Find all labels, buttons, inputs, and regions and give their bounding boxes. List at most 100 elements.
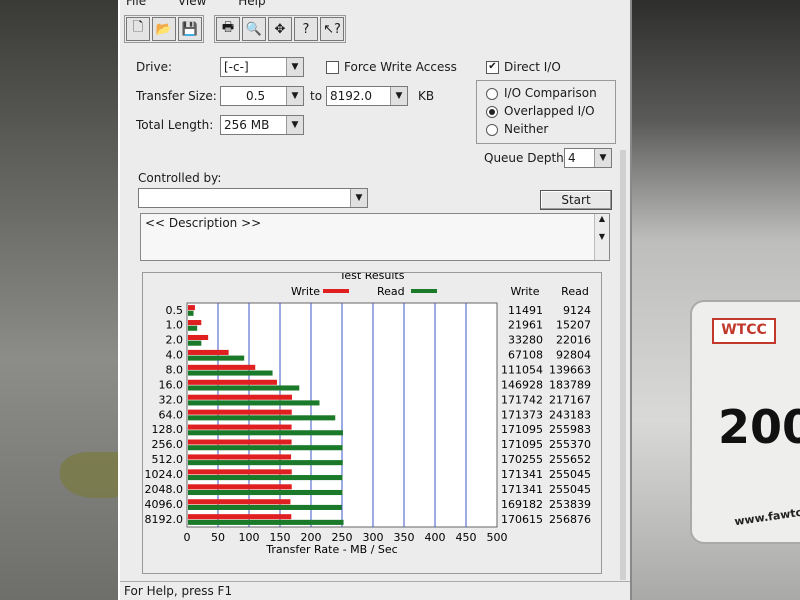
y-tick-label: 8.0 xyxy=(166,363,184,376)
description-box[interactable]: << Description >> ▲ ▼ xyxy=(140,213,610,261)
chart-title: Test Results xyxy=(339,273,405,282)
transfer-to-select[interactable]: 8192.0 ▼ xyxy=(326,86,408,106)
drive-select[interactable]: [-c-] ▼ xyxy=(220,57,304,77)
bar-write xyxy=(188,454,292,460)
bar-read xyxy=(188,400,320,406)
data-label-write: 171341 xyxy=(501,468,543,481)
print-icon[interactable]: 🖶 xyxy=(216,17,240,41)
bar-read xyxy=(188,415,336,421)
test-results-group: Test Results Write Read Write Read 0 50 100 150 2… xyxy=(142,269,602,574)
direct-io-checkbox[interactable]: ✔ xyxy=(486,61,499,74)
bar-read xyxy=(188,355,245,361)
menu-bar: File View Help xyxy=(120,0,630,8)
legend-swatch-write xyxy=(323,289,349,293)
chevron-down-icon[interactable]: ▼ xyxy=(350,189,367,207)
bar-write xyxy=(188,334,209,341)
data-label-write: 33280 xyxy=(508,334,543,347)
transfer-from-select[interactable]: 0.5 ▼ xyxy=(220,86,304,106)
bar-read xyxy=(188,430,343,436)
menu-file[interactable]: File xyxy=(126,0,146,8)
menu-view[interactable]: View xyxy=(178,0,206,8)
chevron-down-icon[interactable]: ▼ xyxy=(286,58,303,76)
data-label-read: 255652 xyxy=(549,453,591,466)
overlapped-io-label: Overlapped I/O xyxy=(504,104,595,118)
results-chart: Test ResultsWrite Read Write Read0 50 100 150 2… xyxy=(145,269,592,556)
bar-write xyxy=(188,305,195,311)
help-icon[interactable]: ? xyxy=(294,17,318,41)
y-tick-label: 512.0 xyxy=(152,453,184,466)
neither-radio[interactable] xyxy=(486,124,498,136)
to-label: to xyxy=(310,89,323,103)
io-comparison-radio[interactable] xyxy=(486,88,498,100)
bar-write xyxy=(188,484,292,490)
overlapped-io-radio[interactable] xyxy=(486,106,498,118)
data-label-read: 255045 xyxy=(549,468,591,481)
open-icon[interactable]: 📂 xyxy=(152,17,176,41)
controlled-by-select[interactable]: ▼ xyxy=(138,188,368,208)
x-axis-label: Transfer Rate - MB / Sec xyxy=(265,543,397,556)
neither-label: Neither xyxy=(504,122,549,136)
start-button[interactable]: Start xyxy=(540,190,612,210)
io-comparison-label: I/O Comparison xyxy=(504,86,597,100)
controlled-by-label: Controlled by: xyxy=(138,171,222,185)
y-tick-label: 0.5 xyxy=(166,304,184,317)
data-label-write: 169182 xyxy=(501,498,543,511)
new-icon[interactable]: 🗋 xyxy=(126,17,150,41)
menu-help[interactable]: Help xyxy=(238,0,265,8)
data-label-write: 11491 xyxy=(508,304,543,317)
chevron-down-icon[interactable]: ▼ xyxy=(390,87,407,105)
total-length-label: Total Length: xyxy=(136,118,214,132)
force-write-label: Force Write Access xyxy=(344,60,457,74)
data-label-read: 253839 xyxy=(549,498,591,511)
data-label-read: 255983 xyxy=(549,423,591,436)
force-write-checkbox[interactable] xyxy=(326,61,339,74)
y-tick-label: 4096.0 xyxy=(145,498,184,511)
bar-write xyxy=(188,469,292,475)
data-label-write: 170615 xyxy=(501,513,543,526)
bar-read xyxy=(188,460,343,466)
y-tick-label: 128.0 xyxy=(152,423,184,436)
data-label-read: 255045 xyxy=(549,483,591,496)
data-label-read: 256876 xyxy=(549,513,591,526)
y-tick-label: 1.0 xyxy=(166,319,184,332)
y-tick-label: 32.0 xyxy=(159,393,184,406)
transfer-to-value: 8192.0 xyxy=(330,89,372,103)
bar-read xyxy=(188,504,342,510)
x-tick-label: 50 xyxy=(211,531,225,544)
data-label-read: 183789 xyxy=(549,378,591,391)
data-label-write: 111054 xyxy=(501,363,543,376)
y-tick-label: 2.0 xyxy=(166,334,184,347)
chevron-down-icon[interactable]: ▼ xyxy=(286,87,303,105)
bar-read xyxy=(188,489,343,496)
total-length-select[interactable]: 256 MB ▼ xyxy=(220,115,304,135)
data-label-read: 22016 xyxy=(556,334,591,347)
drive-value: [-c-] xyxy=(224,60,249,74)
save-icon[interactable]: 💾 xyxy=(178,17,202,41)
toolbar-group-file: 🗋 📂 💾 xyxy=(124,15,204,43)
data-label-write: 171341 xyxy=(501,483,543,496)
context-help-icon[interactable]: ↖? xyxy=(320,17,344,41)
x-tick-label: 500 xyxy=(487,531,508,544)
y-tick-label: 8192.0 xyxy=(145,513,184,526)
bar-read xyxy=(188,475,343,481)
window-scrollbar[interactable] xyxy=(620,150,626,580)
bar-write xyxy=(188,320,202,326)
data-label-read: 255370 xyxy=(549,438,591,451)
status-bar: For Help, press F1 xyxy=(120,581,630,600)
queue-depth-value: 4 xyxy=(568,151,576,165)
legend-swatch-read xyxy=(411,289,437,293)
chevron-down-icon[interactable]: ▼ xyxy=(594,149,611,167)
move-icon[interactable]: ✥ xyxy=(268,17,292,41)
data-label-read: 139663 xyxy=(549,363,591,376)
total-length-value: 256 MB xyxy=(224,118,270,132)
data-label-write: 21961 xyxy=(508,319,543,332)
data-label-write: 146928 xyxy=(501,378,543,391)
bar-read xyxy=(188,310,194,316)
print-preview-icon[interactable]: 🔍 xyxy=(242,17,266,41)
description-scrollbar[interactable]: ▲ ▼ xyxy=(594,214,609,260)
y-tick-label: 2048.0 xyxy=(145,483,184,496)
status-text: For Help, press F1 xyxy=(124,584,233,598)
bar-write xyxy=(188,409,292,415)
chevron-down-icon[interactable]: ▼ xyxy=(286,116,303,134)
queue-depth-select[interactable]: 4 ▼ xyxy=(564,148,612,168)
